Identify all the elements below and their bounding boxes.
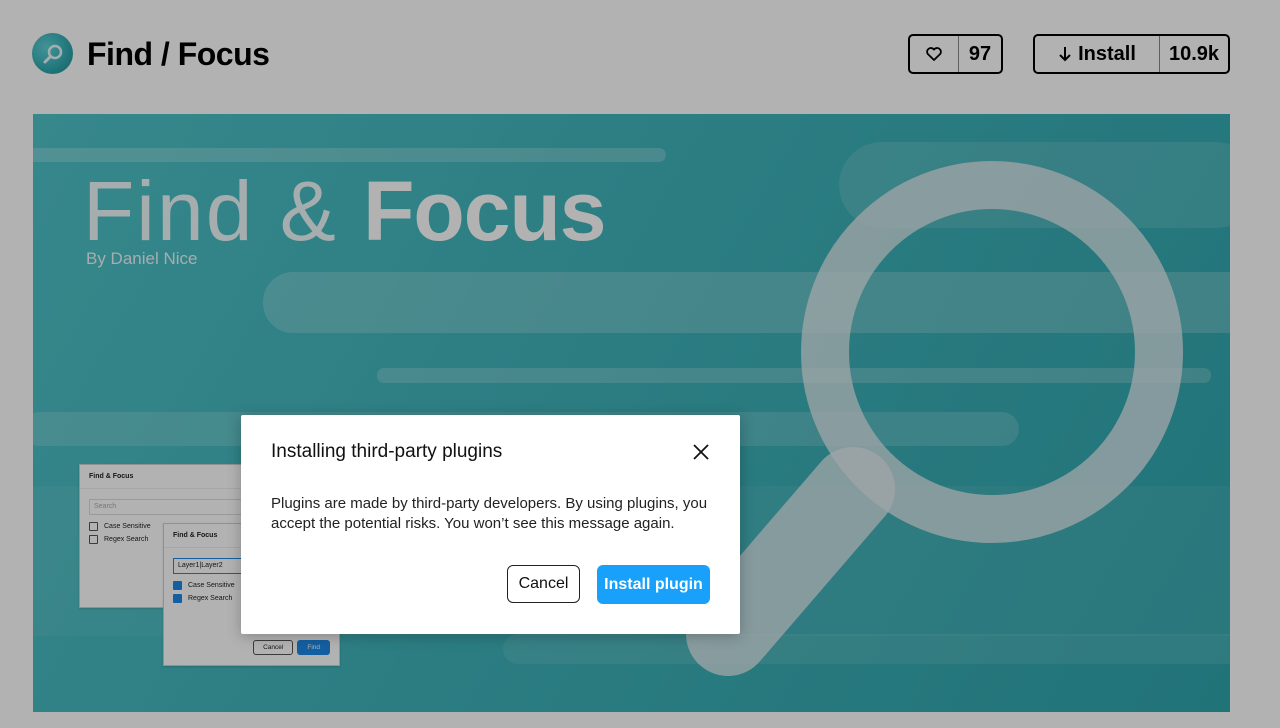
cancel-button[interactable]: Cancel [507,565,580,603]
dialog-message: Plugins are made by third-party develope… [271,495,708,532]
dialog-title: Installing third-party plugins [271,441,503,462]
close-icon [693,444,709,460]
install-dialog: Installing third-party plugins Plugins a… [241,415,740,634]
install-plugin-button[interactable]: Install plugin [597,565,710,604]
close-button[interactable] [690,441,712,463]
